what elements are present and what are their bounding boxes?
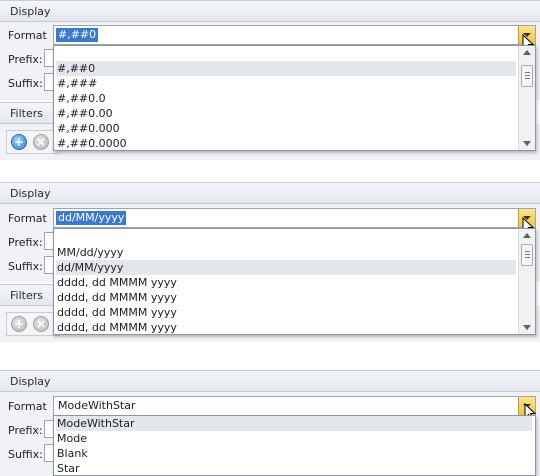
format-combobox-value[interactable]: #,##0 [56,28,99,42]
group-title: Display [10,5,51,18]
grip-icon [525,72,530,79]
format-combobox-value[interactable]: ModeWithStar [56,399,138,413]
prefix-label: Prefix: [8,424,43,437]
filters-toolbar: + × [6,130,60,154]
group-header-display: Display [0,182,540,204]
scroll-thumb[interactable] [521,65,533,87]
dropdown-option[interactable]: #,### [56,76,97,91]
format-combobox-value[interactable]: dd/MM/yyyy [56,211,127,225]
dropdown-option[interactable]: Blank [56,446,88,461]
dropdown-option[interactable]: #,##0 [56,61,516,76]
group-header-display: Display [0,0,540,22]
group-header-filters: Filters [0,284,60,306]
dropdown-option[interactable]: dd/MM/yyyy [56,260,516,275]
group-title: Display [10,187,51,200]
suffix-label: Suffix: [8,260,43,273]
group-title: Display [10,375,51,388]
chevron-down-icon [523,33,531,37]
dropdown-scrollbar[interactable] [518,229,535,334]
scroll-thumb[interactable] [521,244,533,266]
plus-circle-icon[interactable]: + [11,134,27,150]
suffix-label: Suffix: [8,448,43,461]
dropdown-option[interactable]: #,##0.00 [56,106,113,121]
format-combobox[interactable]: dd/MM/yyyy [53,208,536,228]
dropdown-option[interactable]: MM/dd/yyyy [56,245,123,260]
dropdown-option[interactable]: dddd, dd MMMM yyyy [56,275,177,290]
dropdown-option[interactable]: Mode [56,431,87,446]
filters-title: Filters [10,107,43,120]
format-label: Format [8,400,47,413]
prefix-label: Prefix: [8,53,43,66]
close-circle-icon[interactable]: × [33,134,49,150]
scroll-up-icon[interactable] [523,50,531,55]
plus-circle-icon[interactable]: + [11,316,27,332]
dropdown-option[interactable]: #,##0.0 [56,91,106,106]
scroll-down-icon[interactable] [523,141,531,146]
close-circle-icon[interactable]: × [33,316,49,332]
format-panel-mode: Display Format ModeWithStar Prefix: Suff… [0,370,540,476]
format-dropdown-button[interactable] [518,209,535,227]
dropdown-option[interactable]: dddd, dd MMMM yyyy [56,305,177,320]
format-dropdown-list: MM/dd/yyyy dd/MM/yyyy dddd, dd MMMM yyyy… [53,228,536,335]
format-dropdown-list: ModeWithStar Mode Blank Star [53,415,536,476]
dropdown-option[interactable]: #,##0.000 [56,121,120,136]
dropdown-scrollbar[interactable] [518,46,535,150]
group-header-filters: Filters [0,102,60,124]
format-combobox[interactable]: ModeWithStar [53,396,536,416]
format-dropdown-button[interactable] [518,397,535,415]
dropdown-option[interactable]: #,##0.0000 [56,136,127,151]
scroll-down-icon[interactable] [523,325,531,330]
format-label: Format [8,212,47,225]
group-header-display: Display [0,370,540,392]
format-dropdown-list: #,##0 #,### #,##0.0 #,##0.00 #,##0.000 #… [53,45,536,151]
dropdown-option[interactable]: ModeWithStar [56,416,532,431]
format-panel-numeric: Display Format #,##0 Prefix: Suffix: Fil… [0,0,540,160]
dropdown-option[interactable]: dddd, dd MMMM yyyy [56,320,177,335]
chevron-down-icon [523,404,531,408]
format-combobox[interactable]: #,##0 [53,25,536,45]
prefix-label: Prefix: [8,236,43,249]
format-panel-date: Display Format dd/MM/yyyy Prefix: Suffix… [0,182,540,342]
format-label: Format [8,29,47,42]
filters-toolbar: + × [6,312,60,336]
chevron-down-icon [523,216,531,220]
grip-icon [525,251,530,258]
suffix-label: Suffix: [8,77,43,90]
filters-title: Filters [10,289,43,302]
format-dropdown-button[interactable] [518,26,535,44]
dropdown-option[interactable]: Star [56,461,80,476]
scroll-up-icon[interactable] [523,233,531,238]
dropdown-option[interactable]: dddd, dd MMMM yyyy [56,290,177,305]
